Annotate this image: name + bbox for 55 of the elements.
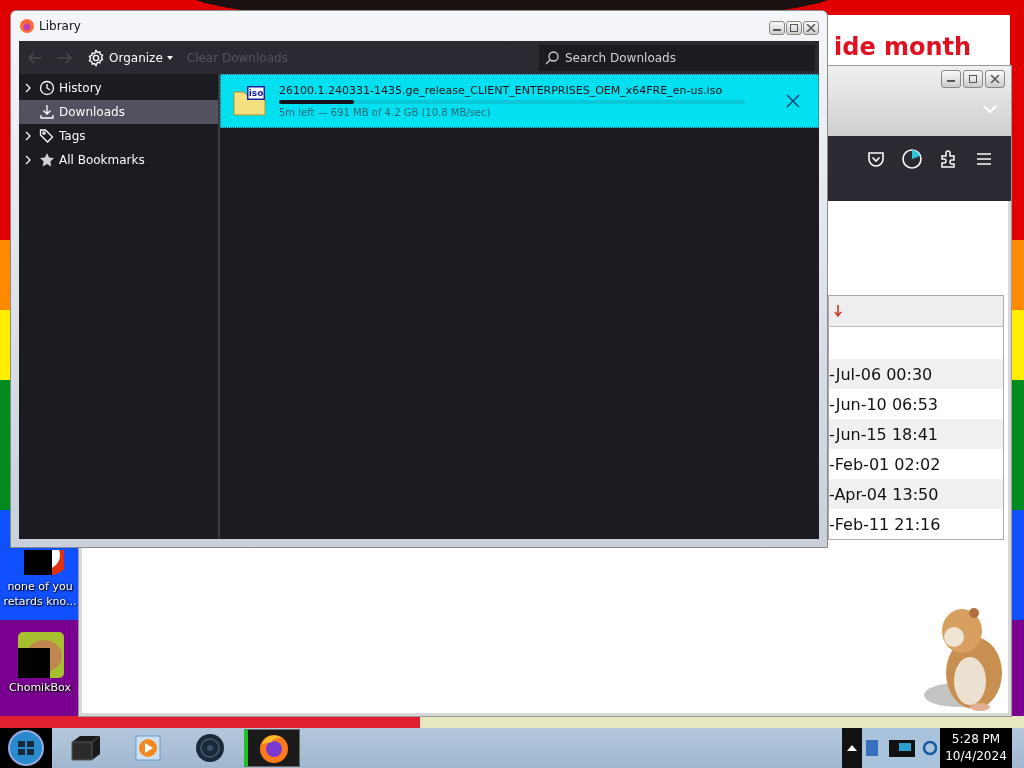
maximize-button[interactable] [963,70,983,88]
tray-icon[interactable] [887,737,917,759]
firefox-icon [257,732,290,764]
app-icon[interactable] [16,632,64,678]
close-button[interactable] [803,21,819,35]
file-icon [233,86,267,116]
maximize-button[interactable] [786,21,802,35]
table-cell: -Feb-11 21:16 [829,514,941,534]
clock-icon [39,80,55,96]
search-icon [545,50,559,65]
close-icon [806,24,816,32]
download-icon [39,104,55,120]
box-icon [69,734,103,762]
maximize-icon [789,24,799,32]
caret-icon [166,55,173,60]
sort-arrow-icon[interactable] [833,304,843,318]
close-button[interactable] [985,70,1005,88]
icon-label[interactable]: none of you retards kno... [2,579,78,609]
gear-icon [87,48,105,67]
minimize-button[interactable] [941,70,961,88]
play-icon [134,734,162,762]
sidebar-item[interactable]: All Bookmarks [19,148,218,172]
table-cell: -Jun-15 18:41 [829,424,938,444]
cancel-button[interactable] [784,92,802,110]
icon-label[interactable]: ChomikBox [2,680,78,695]
page-heading: ide month [834,33,972,61]
search-field[interactable]: Search Downloads [539,44,815,71]
firefox-icon [19,18,35,34]
tag-icon [39,128,55,144]
download-status: 5m left — 691 MB of 4.2 GB (10.8 MB/sec) [279,107,492,118]
star-icon [39,152,55,168]
globe-icon [195,733,225,763]
sidebar-item[interactable]: Downloads [19,100,218,124]
sidebar-item[interactable]: History [19,76,218,100]
close-icon [990,75,1000,83]
organize-button[interactable]: Organize [83,46,177,69]
expand-icon[interactable] [25,131,31,141]
table-cell: -Jul-06 00:30 [829,364,933,384]
table-cell: -Jun-10 06:53 [829,394,938,414]
expand-icon[interactable] [25,155,31,165]
table-cell: -Feb-01 02:02 [829,454,941,474]
download-progress-icon[interactable] [901,148,923,170]
file-type-label: iso [248,87,264,99]
show-hidden-icons-icon[interactable] [847,745,857,751]
file-name: 26100.1.240331-1435.ge_release_CLIENT_ENTERPRISES_OEM_x64FRE_en-us.iso [279,84,724,97]
sidebar-item[interactable]: Tags [19,124,218,148]
expand-icon[interactable] [25,83,31,93]
clock[interactable]: 5:28 PM 10/4/2024 [940,728,1012,768]
taskbar-button[interactable] [244,729,300,767]
maximize-icon [968,75,978,83]
download-item[interactable]: iso 26100.1.240331-1435.ge_release_CLIENT_ENTERPRISES_OEM_x64FRE_en-us.iso 5m left — 691 MB of 4.2 GB (10.8 MB/sec) [220,74,819,128]
start-button[interactable] [7,729,45,767]
minimize-button[interactable] [769,21,785,35]
table-cell: -Apr-04 13:50 [829,484,939,504]
window-title: Library [39,19,81,33]
